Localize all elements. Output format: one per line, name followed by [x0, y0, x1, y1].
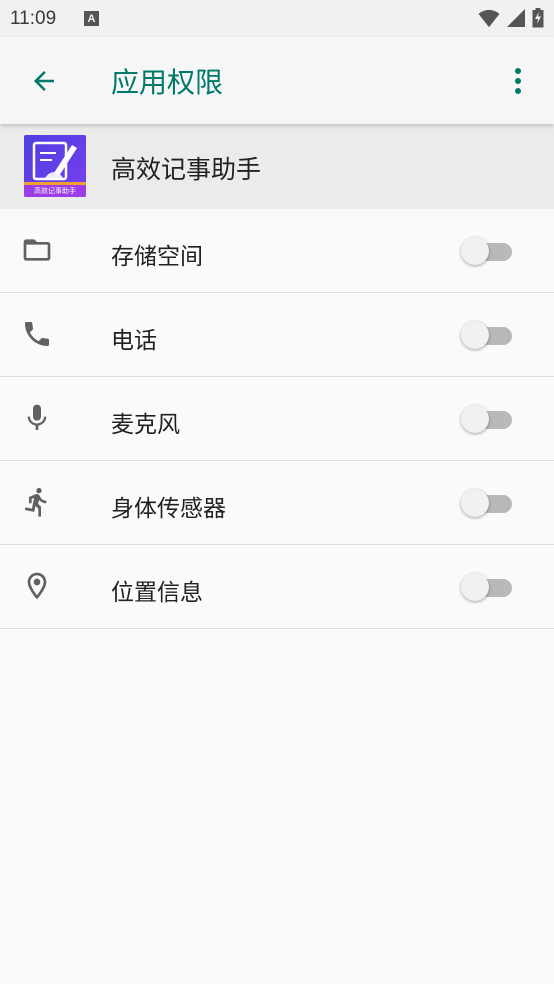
- permission-label: 身体传感器: [111, 496, 226, 522]
- signal-icon: [507, 9, 525, 27]
- switch-thumb: [461, 573, 489, 601]
- page-title: 应用权限: [111, 66, 224, 99]
- arrow-back-icon: [34, 71, 54, 91]
- storage-toggle[interactable]: [460, 236, 516, 266]
- permission-label: 麦克风: [111, 412, 180, 438]
- phone-toggle[interactable]: [460, 320, 516, 350]
- app-name: 高效记事助手: [111, 155, 262, 184]
- wifi-icon: [478, 9, 500, 28]
- notification-a-icon: A: [84, 11, 99, 26]
- back-button[interactable]: [22, 59, 66, 103]
- status-time: 11:09: [10, 8, 57, 29]
- app-header: 高效记事助手 高效记事助手: [0, 124, 554, 209]
- switch-thumb: [461, 489, 489, 517]
- switch-thumb: [461, 405, 489, 433]
- permission-row-microphone[interactable]: 麦克风: [0, 377, 554, 461]
- permission-row-body-sensors[interactable]: 身体传感器: [0, 461, 554, 545]
- switch-thumb: [461, 237, 489, 265]
- permission-row-phone[interactable]: 电话: [0, 293, 554, 377]
- folder-icon: [20, 233, 54, 267]
- permission-row-storage[interactable]: 存储空间: [0, 209, 554, 293]
- permission-label: 存储空间: [111, 244, 203, 270]
- app-bar: 应用权限: [0, 37, 554, 124]
- microphone-icon: [20, 401, 54, 435]
- permission-label: 电话: [111, 328, 157, 354]
- location-toggle[interactable]: [460, 572, 516, 602]
- location-pin-icon: [20, 569, 54, 603]
- body-sensors-toggle[interactable]: [460, 488, 516, 518]
- permission-list: 存储空间 电话 麦克风 身体传感器 位置信息: [0, 209, 554, 629]
- permission-label: 位置信息: [111, 580, 203, 606]
- app-icon: 高效记事助手: [24, 135, 86, 197]
- more-options-button[interactable]: [498, 59, 538, 103]
- permission-row-location[interactable]: 位置信息: [0, 545, 554, 629]
- app-icon-caption: 高效记事助手: [34, 186, 76, 195]
- more-vert-icon: [515, 68, 521, 94]
- battery-icon: [532, 8, 544, 28]
- phone-icon: [20, 317, 54, 351]
- status-bar: 11:09 A: [0, 0, 554, 37]
- switch-thumb: [461, 321, 489, 349]
- microphone-toggle[interactable]: [460, 404, 516, 434]
- running-person-icon: [20, 485, 54, 519]
- status-icons: [478, 8, 544, 28]
